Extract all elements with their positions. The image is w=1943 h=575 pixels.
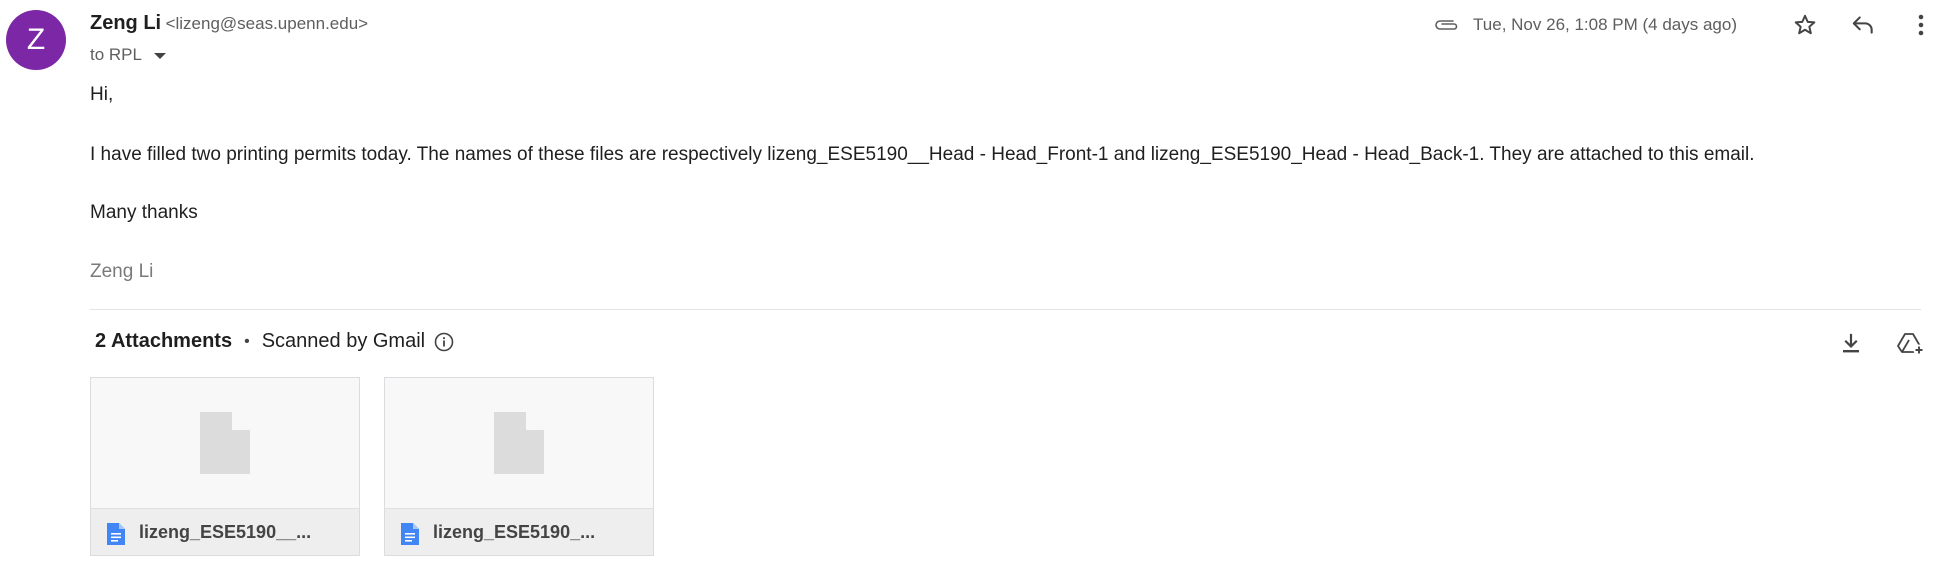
scanned-label: Scanned by Gmail (261, 330, 426, 352)
attachments-header: 2 Attachments • Scanned by Gmail (95, 330, 455, 353)
sender-name[interactable]: Zeng Li (90, 12, 161, 34)
sender-email: <lizeng@seas.upenn.edu> (165, 14, 369, 33)
attachment-card[interactable]: lizeng_ESE5190_... (384, 377, 654, 556)
reply-icon[interactable] (1845, 7, 1881, 43)
add-to-drive-icon[interactable] (1893, 326, 1929, 362)
attachment-thumbnail (385, 378, 653, 508)
attachment-name: lizeng_ESE5190__... (139, 522, 312, 542)
recipients[interactable]: to RPL (90, 45, 166, 65)
star-icon[interactable] (1787, 7, 1823, 43)
attachment-footer: lizeng_ESE5190__... (91, 508, 359, 555)
more-vert-icon[interactable] (1903, 7, 1939, 43)
attachment-footer: lizeng_ESE5190_... (385, 508, 653, 555)
body-greeting: Hi, (90, 84, 114, 105)
separator-dot: • (244, 332, 250, 350)
paperclip-icon (1433, 13, 1463, 37)
avatar[interactable]: Z (6, 10, 66, 70)
download-icon[interactable] (1833, 326, 1869, 362)
attachments-count: 2 Attachments (95, 330, 233, 352)
attachments-actions (1833, 326, 1929, 362)
message-meta: Tue, Nov 26, 1:08 PM (4 days ago) (1433, 8, 1943, 42)
document-icon (107, 523, 125, 550)
document-placeholder-icon (494, 412, 544, 474)
info-icon[interactable] (433, 331, 455, 353)
attachment-name: lizeng_ESE5190_... (433, 522, 596, 542)
recipients-label: to RPL (90, 45, 142, 64)
body-paragraph: I have filled two printing permits today… (90, 144, 1755, 165)
document-icon (401, 523, 419, 550)
message-date[interactable]: Tue, Nov 26, 1:08 PM (4 days ago) (1473, 15, 1737, 35)
sender-line: Zeng Li <lizeng@seas.upenn.edu> (90, 12, 368, 35)
attachment-thumbnail (91, 378, 359, 508)
body-closing: Many thanks (90, 202, 198, 223)
signature: Zeng Li (90, 261, 154, 282)
chevron-down-icon[interactable] (153, 53, 166, 59)
document-placeholder-icon (200, 412, 250, 474)
divider (90, 309, 1921, 310)
attachment-card[interactable]: lizeng_ESE5190__... (90, 377, 360, 556)
